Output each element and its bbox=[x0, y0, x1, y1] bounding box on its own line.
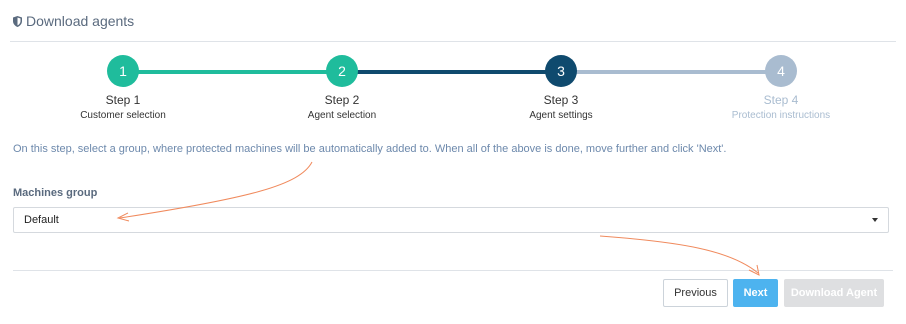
machines-group-label: Machines group bbox=[13, 187, 98, 199]
annotation-arrow-to-next bbox=[599, 235, 759, 274]
step-3-subtitle: Agent settings bbox=[529, 110, 593, 121]
machines-group-selected-value: Default bbox=[24, 214, 59, 226]
step-1-subtitle: Customer selection bbox=[80, 110, 166, 121]
previous-button[interactable]: Previous bbox=[663, 279, 728, 307]
machines-group-select[interactable]: Default bbox=[13, 207, 889, 233]
step-3-title: Step 3 bbox=[543, 93, 579, 107]
step-4: 4 Step 4 Protection instructions bbox=[711, 55, 851, 122]
step-2-number: 2 bbox=[338, 63, 346, 79]
instruction-text: On this step, select a group, where prot… bbox=[13, 143, 727, 155]
step-1-number: 1 bbox=[119, 63, 127, 79]
download-agent-button: Download Agent bbox=[784, 279, 884, 307]
step-1-title: Step 1 bbox=[105, 93, 141, 107]
step-3-number: 3 bbox=[557, 63, 565, 79]
step-4-number: 4 bbox=[777, 63, 785, 79]
step-4-circle: 4 bbox=[765, 55, 797, 87]
step-3-circle: 3 bbox=[545, 55, 577, 87]
step-4-subtitle: Protection instructions bbox=[731, 110, 831, 121]
step-2-title: Step 2 bbox=[324, 93, 360, 107]
step-3[interactable]: 3 Step 3 Agent settings bbox=[491, 55, 631, 122]
step-2-circle: 2 bbox=[326, 55, 358, 87]
footer-divider bbox=[13, 270, 893, 271]
step-2[interactable]: 2 Step 2 Agent selection bbox=[272, 55, 412, 122]
step-1-circle: 1 bbox=[107, 55, 139, 87]
caret-down-icon bbox=[872, 218, 878, 222]
stepper: 1 Step 1 Customer selection 2 Step 2 Age… bbox=[0, 0, 906, 130]
step-2-subtitle: Agent selection bbox=[307, 110, 377, 121]
step-4-title: Step 4 bbox=[763, 93, 799, 107]
next-button[interactable]: Next bbox=[733, 279, 778, 307]
step-1[interactable]: 1 Step 1 Customer selection bbox=[53, 55, 193, 122]
